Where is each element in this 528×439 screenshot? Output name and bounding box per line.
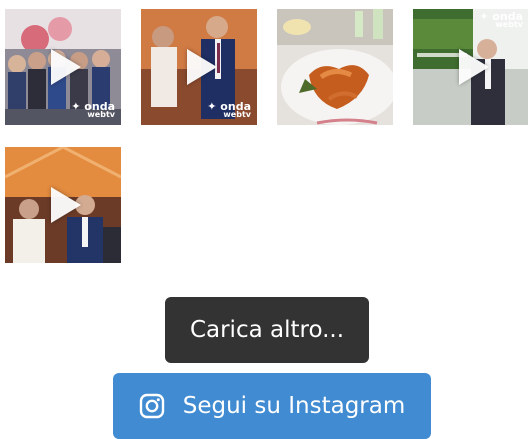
onda-webtv-logo: ✦ onda webtv xyxy=(479,10,523,29)
play-icon xyxy=(459,49,489,85)
instagram-icon xyxy=(139,393,165,419)
feed-post-image[interactable] xyxy=(277,9,393,125)
follow-button-label: Segui su Instagram xyxy=(182,393,406,419)
feed-post-video[interactable]: ✦ onda webtv xyxy=(5,9,121,125)
onda-webtv-logo: ✦ onda webtv xyxy=(207,100,251,119)
play-icon xyxy=(187,49,217,85)
play-icon xyxy=(51,187,81,223)
post-thumbnail-image xyxy=(277,9,393,125)
feed-post-video[interactable]: ✦ onda webtv xyxy=(413,9,528,125)
load-more-button[interactable]: Carica altro... xyxy=(165,297,369,363)
follow-on-instagram-button[interactable]: Segui su Instagram xyxy=(113,373,431,439)
play-icon xyxy=(51,49,81,85)
feed-post-video[interactable] xyxy=(5,147,121,263)
onda-webtv-logo: ✦ onda webtv xyxy=(71,100,115,119)
instagram-feed-grid: ✦ onda webtv ✦ onda webtv ✦ onda webtv xyxy=(0,0,528,270)
feed-post-video[interactable]: ✦ onda webtv xyxy=(141,9,257,125)
